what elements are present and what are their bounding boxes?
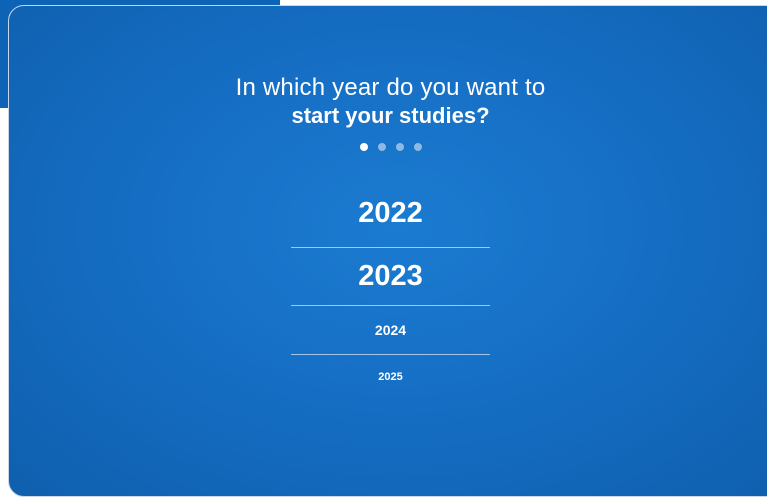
question-line-2: start your studies?: [291, 103, 490, 128]
divider: [291, 247, 490, 248]
divider: [291, 354, 490, 355]
progress-dot-3: [395, 143, 404, 151]
year-option-2024[interactable]: 2024: [291, 322, 490, 338]
divider: [291, 305, 490, 306]
survey-content: In which year do you want to start your …: [0, 0, 767, 481]
progress-dot-1: [359, 143, 368, 151]
progress-dots: [0, 143, 767, 151]
year-option-2023[interactable]: 2023: [291, 260, 490, 293]
year-option-2022[interactable]: 2022: [291, 197, 490, 230]
progress-dot-2: [377, 143, 386, 151]
progress-dot-4: [413, 143, 422, 151]
year-option-2025[interactable]: 2025: [291, 371, 490, 383]
question-line-1: In which year do you want to: [235, 74, 546, 101]
